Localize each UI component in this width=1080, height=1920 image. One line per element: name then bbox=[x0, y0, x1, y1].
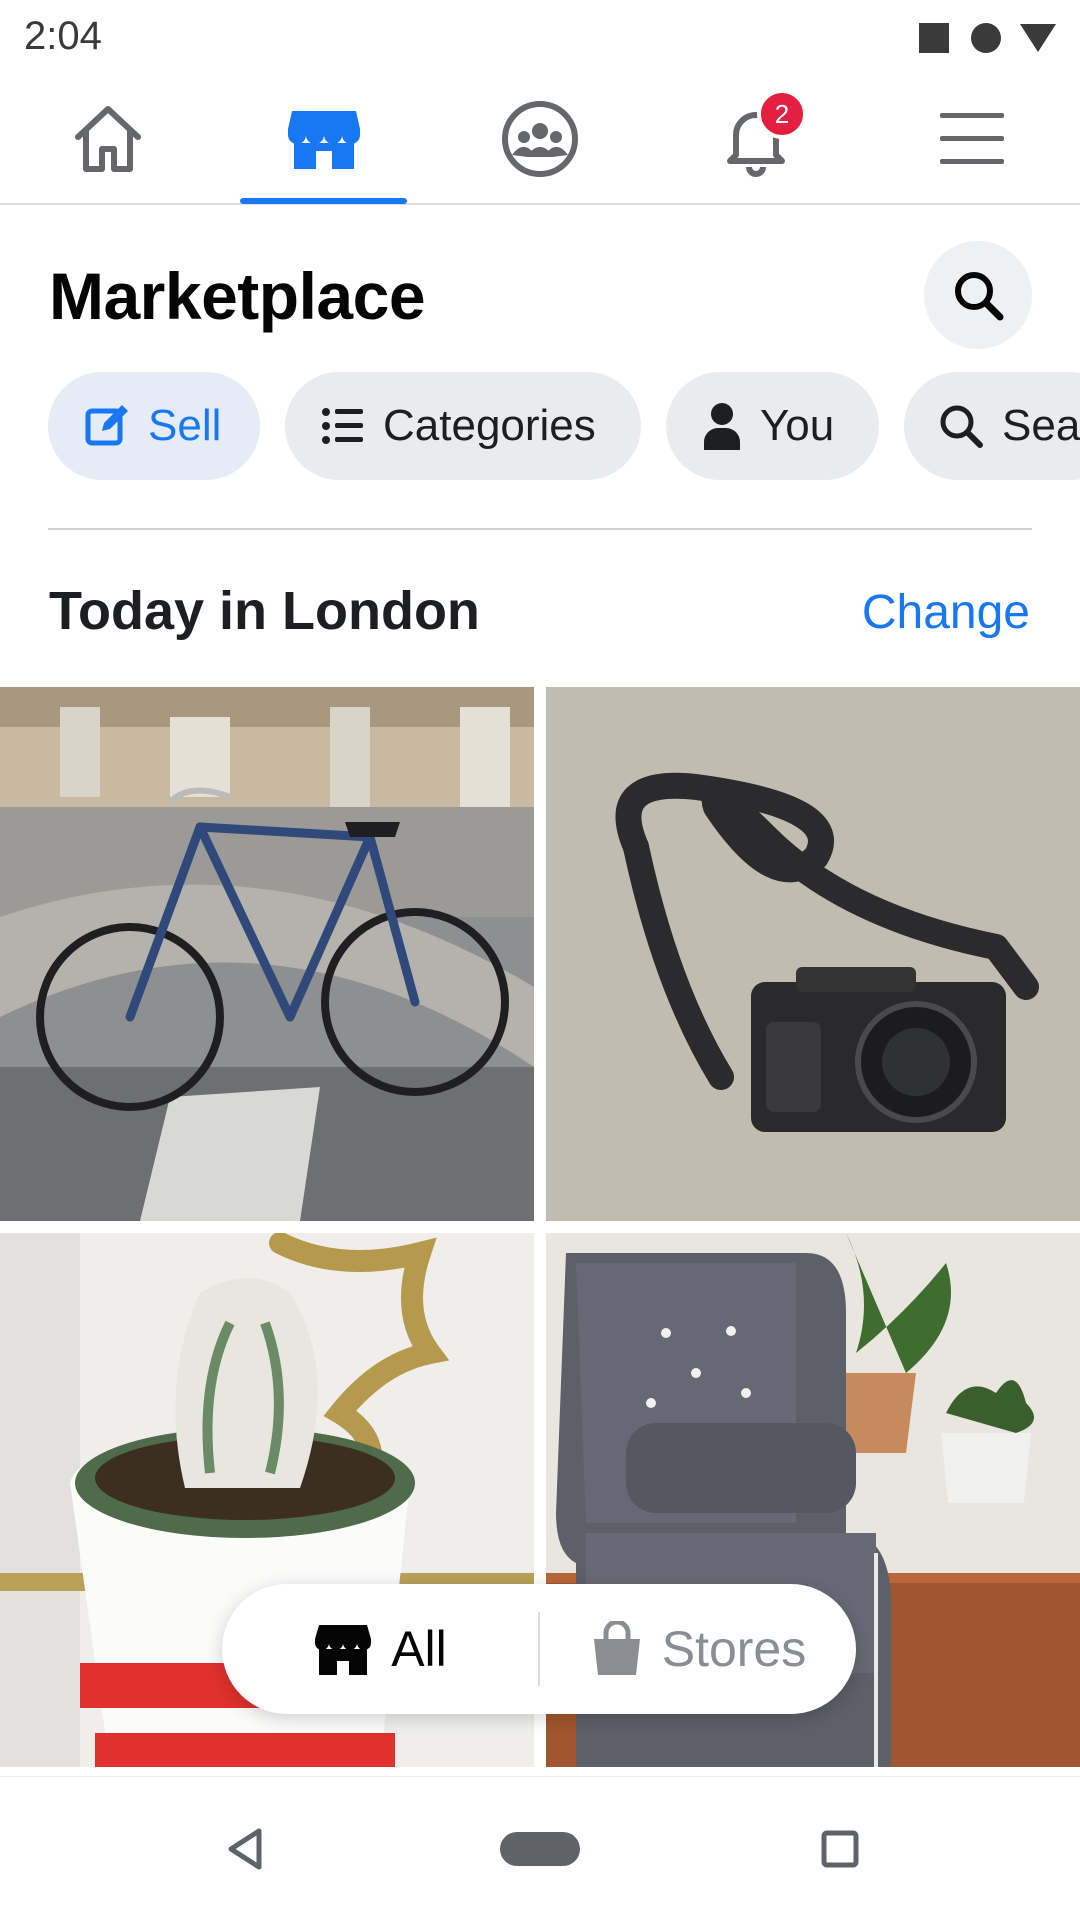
change-location-link[interactable]: Change bbox=[862, 585, 1030, 640]
nav-groups[interactable] bbox=[432, 75, 648, 203]
active-tab-indicator bbox=[240, 198, 407, 204]
status-bar: 2:04 bbox=[0, 0, 1080, 75]
nav-home[interactable] bbox=[0, 75, 216, 203]
stores-toggle-label: Stores bbox=[661, 1621, 807, 1677]
categories-chip-label: Categories bbox=[383, 401, 596, 450]
all-toggle-label: All bbox=[391, 1621, 447, 1677]
shopping-bag-icon bbox=[593, 1621, 640, 1675]
store-icon bbox=[315, 1625, 372, 1675]
listing-tile-camera[interactable] bbox=[546, 687, 1080, 1221]
filter-chips: Sell Categories You Sea bbox=[0, 372, 1080, 480]
sell-chip[interactable]: Sell bbox=[48, 372, 260, 480]
status-time: 2:04 bbox=[24, 14, 102, 58]
home-icon bbox=[75, 106, 141, 172]
search-button[interactable] bbox=[924, 241, 1032, 349]
search-icon bbox=[940, 405, 983, 448]
nav-marketplace[interactable] bbox=[216, 75, 432, 203]
store-icon bbox=[288, 111, 360, 169]
signal-triangle-icon bbox=[1020, 24, 1056, 52]
section-title: Today in London bbox=[49, 581, 480, 641]
you-chip-label: You bbox=[760, 401, 835, 450]
record-dot-icon bbox=[971, 23, 1001, 53]
sell-chip-label: Sell bbox=[148, 401, 222, 450]
marketplace-screen: 2:04 2 Marketplace Sell Categories You S… bbox=[0, 0, 1080, 1920]
all-toggle-button[interactable]: All bbox=[222, 1584, 538, 1714]
hamburger-menu-icon bbox=[940, 113, 1004, 164]
stores-toggle-button[interactable]: Stores bbox=[540, 1584, 856, 1714]
listing-tile-bicycle[interactable] bbox=[0, 687, 534, 1221]
back-icon bbox=[228, 1828, 262, 1870]
list-icon bbox=[322, 408, 363, 444]
edit-square-icon bbox=[85, 405, 128, 446]
system-home-button[interactable] bbox=[490, 1777, 590, 1920]
recents-icon bbox=[821, 1830, 859, 1868]
search-chip[interactable]: Sea bbox=[904, 372, 1080, 480]
page-title: Marketplace bbox=[49, 259, 426, 333]
system-back-button[interactable] bbox=[200, 1777, 290, 1920]
camera-photo bbox=[546, 687, 1080, 1221]
nav-notifications[interactable] bbox=[648, 75, 864, 203]
top-nav: 2 bbox=[0, 75, 1080, 205]
person-icon bbox=[704, 403, 740, 450]
notification-badge: 2 bbox=[757, 89, 807, 139]
categories-chip[interactable]: Categories bbox=[285, 372, 641, 480]
divider bbox=[48, 528, 1032, 530]
search-icon bbox=[955, 272, 1004, 321]
stop-square-icon bbox=[919, 23, 949, 53]
home-pill-icon bbox=[500, 1832, 580, 1866]
you-chip[interactable]: You bbox=[666, 372, 879, 480]
groups-icon bbox=[502, 101, 578, 177]
all-stores-toggle: All Stores bbox=[222, 1584, 856, 1714]
system-nav-bar bbox=[0, 1776, 1080, 1920]
nav-menu[interactable] bbox=[864, 75, 1080, 203]
bicycle-photo bbox=[0, 687, 534, 1221]
search-chip-label: Sea bbox=[1002, 401, 1080, 450]
system-recents-button[interactable] bbox=[800, 1777, 880, 1920]
